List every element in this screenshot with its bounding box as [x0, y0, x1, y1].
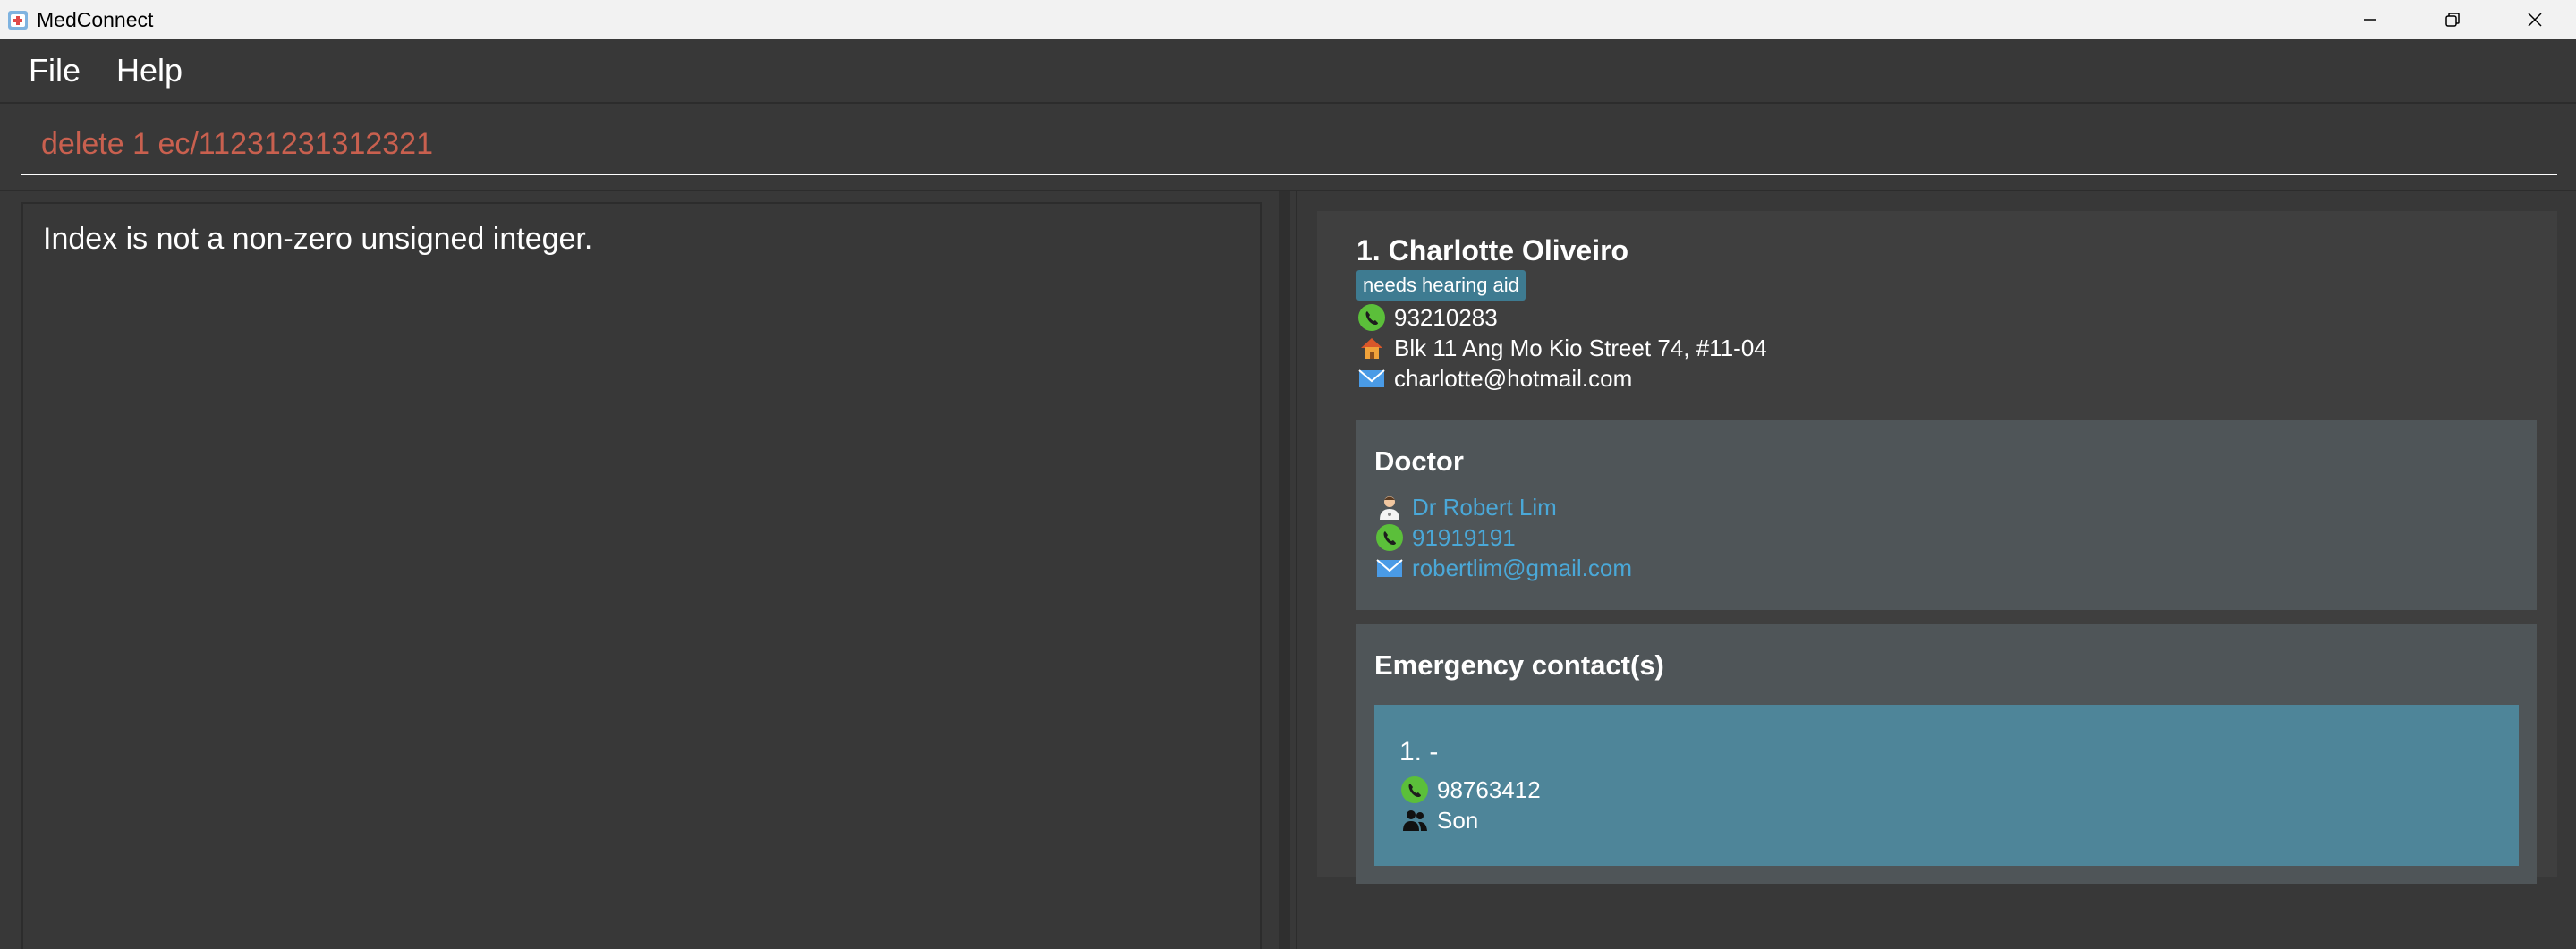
person-detail-panel: 1. Charlotte Oliveiro needs hearing aid … — [1296, 191, 2576, 949]
restore-icon — [2445, 13, 2460, 27]
emergency-contact-name: 1. - — [1399, 737, 1439, 767]
person-phone: 93210283 — [1394, 303, 1498, 331]
result-display[interactable]: Index is not a non-zero unsigned integer… — [21, 202, 1262, 949]
emergency-contact-relationship-row: Son — [1399, 805, 1478, 835]
window-title: MedConnect — [37, 7, 154, 31]
person-email-row: charlotte@hotmail.com — [1356, 363, 1632, 394]
emergency-contact-phone: 98763412 — [1437, 775, 1541, 803]
menu-bar: File Help — [0, 39, 2576, 104]
emergency-contact-relationship: Son — [1437, 806, 1479, 834]
emergency-contact-phone-row: 98763412 — [1399, 775, 1541, 805]
doctor-icon — [1374, 492, 1405, 522]
result-message: Index is not a non-zero unsigned integer… — [43, 222, 593, 256]
doctor-email[interactable]: robertlim@gmail.com — [1412, 555, 1632, 582]
person-address-row: Blk 11 Ang Mo Kio Street 74, #11-04 — [1356, 333, 1767, 363]
emergency-contact-card[interactable]: 1. - 98763412 Son — [1374, 705, 2519, 866]
app-icon — [8, 11, 28, 30]
person-card[interactable]: 1. Charlotte Oliveiro needs hearing aid … — [1317, 211, 2557, 884]
email-icon — [1374, 553, 1405, 583]
person-address: Blk 11 Ang Mo Kio Street 74, #11-04 — [1394, 334, 1767, 361]
person-email: charlotte@hotmail.com — [1394, 364, 1633, 392]
doctor-email-row: robertlim@gmail.com — [1374, 553, 1632, 583]
person-name: 1. Charlotte Oliveiro — [1356, 234, 1629, 267]
doctor-name[interactable]: Dr Robert Lim — [1412, 494, 1557, 521]
command-bar — [0, 106, 2576, 191]
person-phone-row: 93210283 — [1356, 302, 1498, 333]
doctor-name-row: Dr Robert Lim — [1374, 492, 1557, 522]
close-icon — [2528, 13, 2542, 27]
person-tag: needs hearing aid — [1356, 270, 1526, 301]
minimize-icon — [2364, 19, 2376, 21]
window-controls — [2329, 0, 2576, 39]
menu-file[interactable]: File — [29, 52, 81, 89]
home-icon — [1356, 333, 1387, 363]
doctor-phone[interactable]: 91919191 — [1412, 524, 1516, 552]
emergency-contacts-section: Emergency contact(s) 1. - 98763412 Son — [1356, 624, 2537, 884]
phone-icon — [1399, 775, 1430, 805]
doctor-section-title: Doctor — [1374, 445, 1464, 477]
emergency-section-title: Emergency contact(s) — [1374, 649, 1664, 681]
doctor-section: Doctor Dr Robert Lim 91919191 robertlim@… — [1356, 420, 2537, 610]
minimize-button[interactable] — [2329, 0, 2411, 39]
email-icon — [1356, 363, 1387, 394]
doctor-phone-row: 91919191 — [1374, 522, 1516, 553]
command-input[interactable] — [21, 114, 2557, 175]
split-pane-divider[interactable] — [1279, 191, 1290, 949]
restore-button[interactable] — [2411, 0, 2494, 39]
title-bar: MedConnect — [0, 0, 2576, 39]
menu-help[interactable]: Help — [116, 52, 183, 89]
close-button[interactable] — [2494, 0, 2576, 39]
people-icon — [1399, 805, 1430, 835]
phone-icon — [1356, 302, 1387, 333]
phone-icon — [1374, 522, 1405, 553]
